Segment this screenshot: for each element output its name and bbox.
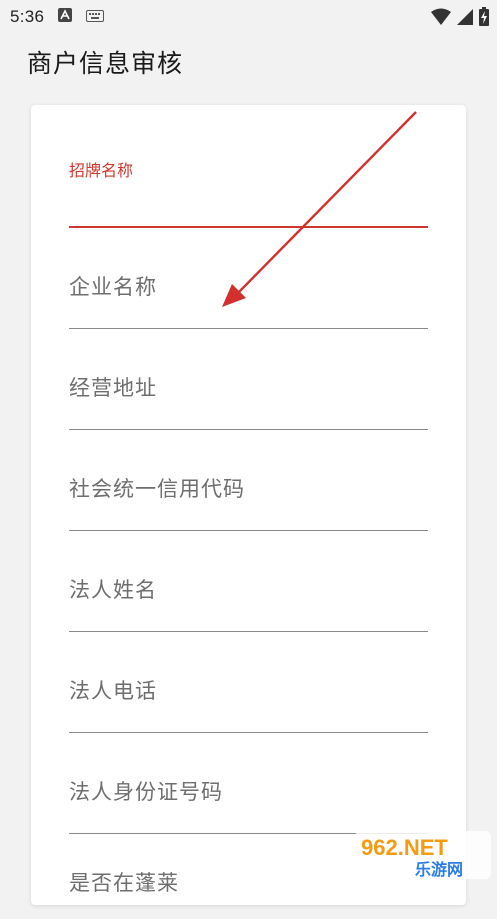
company-name-placeholder: 企业名称 (69, 271, 157, 301)
field-legal-person-phone[interactable]: 法人电话 (69, 667, 428, 733)
a-badge-icon (58, 7, 72, 27)
watermark-logo: 962.NET 乐游网 (355, 831, 491, 879)
legal-person-phone-placeholder: 法人电话 (69, 675, 157, 705)
signboard-name-input[interactable] (69, 185, 428, 225)
field-underline (69, 429, 428, 430)
status-bar: 5:36 (0, 0, 497, 34)
field-company-name[interactable]: 企业名称 (69, 263, 428, 329)
field-underline (69, 732, 428, 733)
status-time: 5:36 (10, 7, 44, 27)
field-credit-code[interactable]: 社会统一信用代码 (69, 465, 428, 531)
active-underline (69, 226, 428, 228)
field-underline (69, 328, 428, 329)
in-penglai-placeholder: 是否在蓬莱 (69, 867, 179, 897)
legal-person-name-placeholder: 法人姓名 (69, 574, 157, 604)
legal-person-id-placeholder: 法人身份证号码 (69, 776, 223, 806)
field-business-address[interactable]: 经营地址 (69, 364, 428, 430)
field-legal-person-id[interactable]: 法人身份证号码 (69, 768, 428, 834)
page-title: 商户信息审核 (27, 44, 183, 80)
credit-code-placeholder: 社会统一信用代码 (69, 473, 245, 503)
battery-charging-icon (479, 7, 489, 31)
field-underline (69, 631, 428, 632)
field-legal-person-name[interactable]: 法人姓名 (69, 566, 428, 632)
business-address-placeholder: 经营地址 (69, 372, 157, 402)
field-signboard-name[interactable]: 招牌名称 (69, 157, 428, 229)
signboard-name-label: 招牌名称 (69, 157, 133, 181)
signal-icon (457, 8, 473, 31)
wifi-icon (431, 8, 451, 31)
merchant-form-card: 招牌名称 企业名称 经营地址 社会统一信用代码 法人姓名 法人电话 法人身份证号… (31, 105, 466, 905)
keyboard-icon (86, 7, 104, 27)
watermark-text-top: 962.NET (361, 835, 448, 860)
watermark-text-bottom: 乐游网 (415, 860, 463, 879)
field-underline (69, 530, 428, 531)
